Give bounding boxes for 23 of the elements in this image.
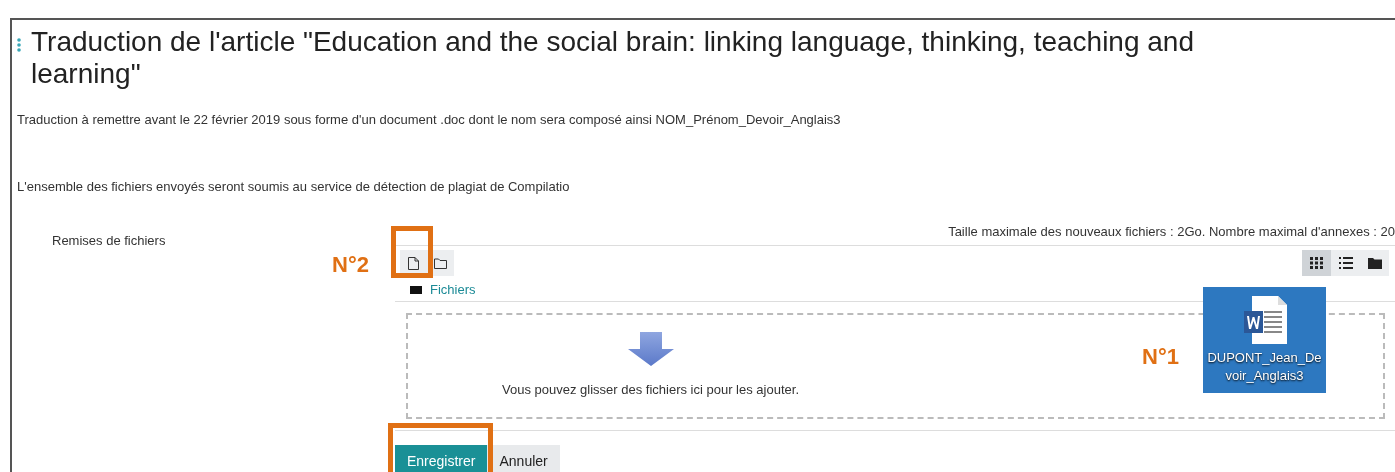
grid-icon — [1310, 257, 1323, 269]
down-arrow-icon — [627, 332, 674, 367]
field-label: Remises de fichiers — [52, 233, 166, 248]
list-icon — [1338, 257, 1353, 269]
word-document-icon — [1241, 295, 1288, 345]
cancel-button[interactable]: Annuler — [487, 445, 560, 472]
file-limits-text: Taille maximale des nouveaux fichiers : 2Go. Nombre maximal d'annexes : 20 — [948, 222, 1395, 241]
annotation-label: N°2 — [332, 251, 369, 279]
drag-handle-icon — [17, 38, 21, 52]
view-mode-button[interactable] — [1302, 250, 1331, 276]
annotation-label: N°1 — [1142, 343, 1179, 371]
view-mode-button[interactable] — [1360, 250, 1389, 276]
instructions-text: Traduction à remettre avant le 22 février 2019 sous forme d'un document .doc dont le nom sera composé ainsi NOM_Prénom_Devoir_Anglais3 — [17, 111, 842, 129]
annotation-frame — [391, 226, 433, 278]
add-file-button[interactable] — [400, 250, 427, 276]
file-icon — [408, 256, 419, 270]
drop-hint: Vous pouvez glisser des fichiers ici pour les ajouter. — [502, 381, 799, 400]
file-name: DUPONT_Jean_Devoir_Anglais3 — [1206, 349, 1323, 385]
folder-link[interactable]: Fichiers — [430, 280, 476, 300]
save-button[interactable]: Enregistrer — [395, 445, 488, 472]
plagiarism-notice: L'ensemble des fichiers envoyés seront soumis au service de détection de plagiat de Compilatio — [17, 177, 571, 196]
page-title: Traduction de l'article "Education and the social brain: linking language, thinking, teaching and learning" — [31, 26, 1195, 90]
view-mode-button[interactable] — [1331, 250, 1360, 276]
